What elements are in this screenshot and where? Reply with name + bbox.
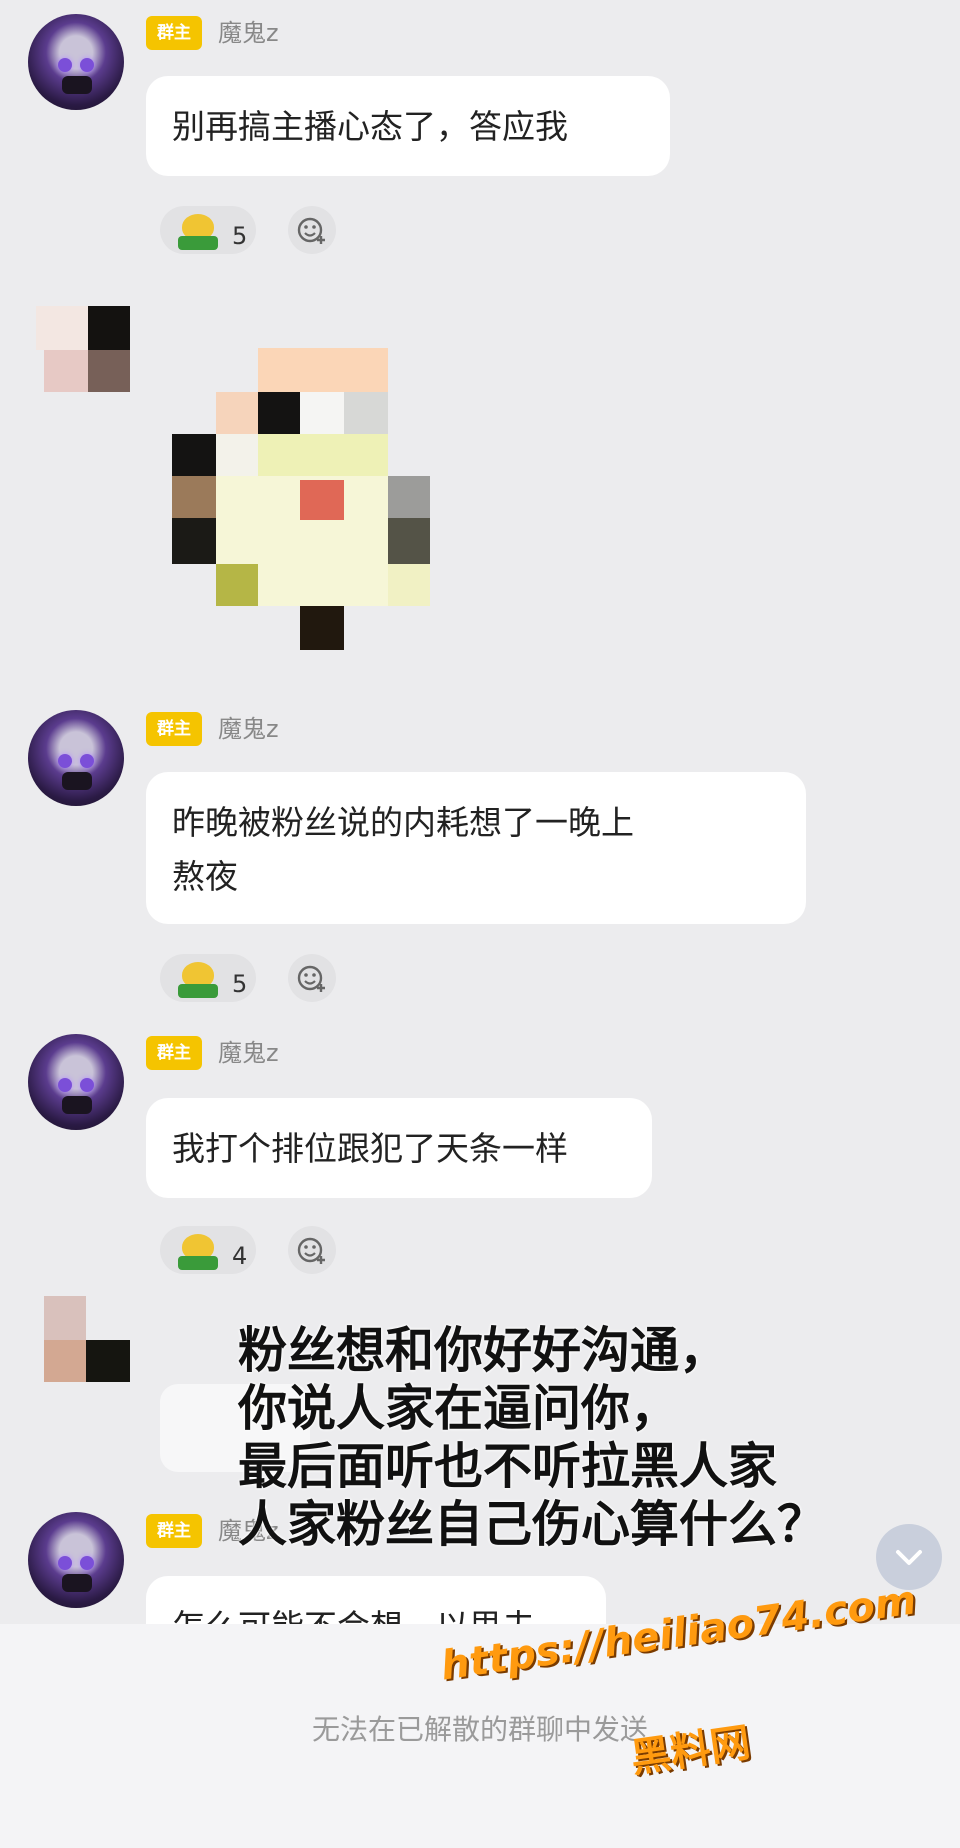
role-badge: 群主 — [146, 1036, 202, 1070]
avatar[interactable] — [28, 1034, 124, 1130]
disbanded-notice: 无法在已解散的群聊中发送 — [311, 1713, 648, 1746]
reaction-count: 5 — [232, 970, 248, 998]
caption-line: 粉丝想和你好好沟通， — [238, 1322, 729, 1379]
caption-line: 你说人家在逼问你， — [238, 1380, 680, 1437]
reaction-chip[interactable]: 4 — [160, 1226, 256, 1274]
message-bubble[interactable]: 昨晚被粉丝说的内耗想了一晚上 熬夜 — [146, 772, 806, 924]
emoji-reaction-icon — [178, 214, 218, 250]
role-badge: 群主 — [146, 16, 202, 50]
emoji-reaction-icon — [178, 962, 218, 998]
emoji-reaction-icon — [178, 1234, 218, 1270]
add-reaction-icon[interactable] — [288, 954, 336, 1002]
sender-name: 魔鬼z — [218, 1039, 279, 1067]
caption-line: 人家粉丝自己伤心算什么？ — [238, 1496, 827, 1553]
caption-line: 最后面听也不听拉黑人家 — [238, 1438, 778, 1495]
role-badge: 群主 — [146, 712, 202, 746]
role-badge: 群主 — [146, 1514, 202, 1548]
avatar[interactable] — [28, 14, 124, 110]
avatar[interactable] — [28, 1512, 124, 1608]
sender-name: 魔鬼z — [218, 19, 279, 47]
add-reaction-icon[interactable] — [288, 206, 336, 254]
message-bubble[interactable]: 别再搞主播心态了，答应我 — [146, 76, 670, 176]
reaction-chip[interactable]: 5 — [160, 954, 256, 1002]
reaction-count: 4 — [232, 1242, 248, 1270]
overlay-caption: 粉丝想和你好好沟通， 你说人家在逼问你， 最后面听也不听拉黑人家 人家粉丝自己伤… — [238, 1322, 938, 1554]
avatar[interactable] — [28, 710, 124, 806]
reaction-count: 5 — [232, 222, 248, 250]
add-reaction-icon[interactable] — [288, 1226, 336, 1274]
sender-name: 魔鬼z — [218, 715, 279, 743]
reaction-chip[interactable]: 5 — [160, 206, 256, 254]
message-bubble[interactable]: 我打个排位跟犯了天条一样 — [146, 1098, 652, 1198]
